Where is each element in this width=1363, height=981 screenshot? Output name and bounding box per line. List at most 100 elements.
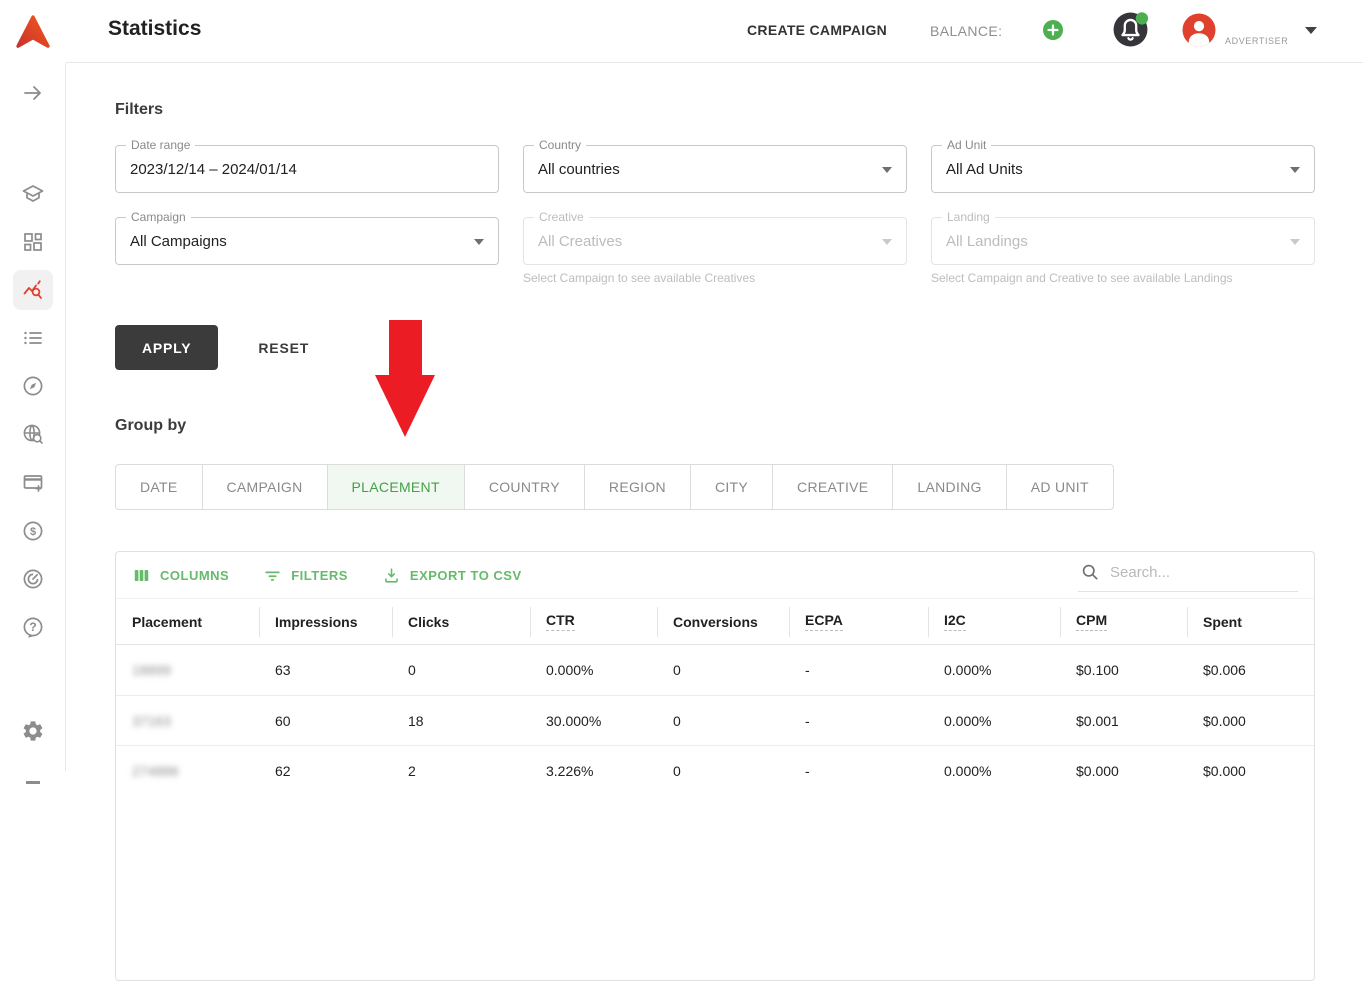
- col-header-cpm[interactable]: CPM: [1060, 599, 1187, 644]
- dashboard-icon: [13, 222, 53, 262]
- sidebar-item-conversions[interactable]: [0, 555, 66, 603]
- landing-helper-text: Select Campaign and Creative to see avai…: [931, 271, 1315, 285]
- cell-spent: $0.006: [1187, 645, 1314, 695]
- page-title: Statistics: [108, 17, 201, 41]
- chevron-down-icon: [1290, 239, 1300, 245]
- landing-select: Landing All Landings: [931, 217, 1315, 265]
- ad-unit-select[interactable]: Ad Unit All Ad Units: [931, 145, 1315, 193]
- search-input[interactable]: [1110, 564, 1280, 581]
- expand-arrow-icon: [13, 73, 53, 113]
- chevron-down-icon: [1290, 167, 1300, 173]
- user-menu-button[interactable]: [1181, 12, 1217, 48]
- creative-value: All Creatives: [538, 233, 622, 250]
- cell-spent: $0.000: [1187, 696, 1314, 745]
- bottom-partial-icon: [13, 755, 53, 795]
- sidebar-item-expand[interactable]: [0, 69, 66, 117]
- cell-ecpa: -: [789, 645, 928, 695]
- sidebar-item-traffic-search[interactable]: [0, 410, 66, 458]
- cell-clicks: 0: [392, 645, 530, 695]
- cell-ecpa: -: [789, 696, 928, 745]
- create-campaign-button[interactable]: CREATE CAMPAIGN: [747, 22, 887, 38]
- date-range-value: 2023/12/14 – 2024/01/14: [130, 161, 297, 178]
- col-header-ecpa[interactable]: ECPA: [789, 599, 928, 644]
- col-header-conversions[interactable]: Conversions: [657, 599, 789, 644]
- cell-clicks: 18: [392, 696, 530, 745]
- sidebar-item-new-campaign[interactable]: [0, 459, 66, 507]
- app-logo[interactable]: [0, 0, 66, 63]
- conversions-target-icon: [13, 559, 53, 599]
- cell-conversions: 0: [657, 645, 789, 695]
- creative-select: Creative All Creatives: [523, 217, 907, 265]
- campaign-value: All Campaigns: [130, 233, 227, 250]
- stats-table-card: COLUMNS FILTERS EXPORT TO CSV Placement …: [115, 551, 1315, 981]
- creative-label: Creative: [534, 210, 589, 224]
- sidebar-item-settings[interactable]: [0, 707, 66, 755]
- cell-i2c: 0.000%: [928, 645, 1060, 695]
- col-header-impressions[interactable]: Impressions: [259, 599, 392, 644]
- brand-a-icon: [13, 12, 53, 52]
- campaigns-list-icon: [13, 318, 53, 358]
- sidebar-item-finance[interactable]: $: [0, 507, 66, 555]
- sidebar-item-statistics[interactable]: [0, 266, 66, 314]
- cell-impressions: 60: [259, 696, 392, 745]
- tab-region[interactable]: REGION: [584, 464, 691, 510]
- svg-text:?: ?: [29, 620, 36, 634]
- search-icon: [1080, 562, 1100, 582]
- finance-icon: $: [13, 511, 53, 551]
- add-funds-plus-icon: [1041, 18, 1065, 42]
- col-header-placement[interactable]: Placement: [116, 599, 259, 644]
- tab-landing[interactable]: LANDING: [892, 464, 1006, 510]
- settings-gear-icon: [13, 711, 53, 751]
- country-label: Country: [534, 138, 586, 152]
- notifications-button[interactable]: [1112, 11, 1149, 48]
- cell-impressions: 63: [259, 645, 392, 695]
- sidebar-item-help[interactable]: ?: [0, 603, 66, 651]
- topbar: Statistics CREATE CAMPAIGN BALANCE: ADVE…: [66, 0, 1363, 63]
- col-header-i2c[interactable]: I2C: [928, 599, 1060, 644]
- export-csv-button[interactable]: EXPORT TO CSV: [382, 566, 522, 585]
- apply-button[interactable]: APPLY: [115, 325, 218, 370]
- cell-conversions: 0: [657, 696, 789, 745]
- tab-creative[interactable]: CREATIVE: [772, 464, 893, 510]
- filter-grid: Date range 2023/12/14 – 2024/01/14 Count…: [115, 145, 1315, 285]
- col-header-ctr[interactable]: CTR: [530, 599, 657, 644]
- account-role-label: ADVERTISER: [1225, 36, 1288, 46]
- col-header-clicks[interactable]: Clicks: [392, 599, 530, 644]
- date-range-field[interactable]: Date range 2023/12/14 – 2024/01/14: [115, 145, 499, 193]
- group-by-title: Group by: [115, 417, 1315, 435]
- cell-cpm: $0.100: [1060, 645, 1187, 695]
- sidebar-item-bottom-partial[interactable]: [0, 751, 66, 799]
- filter-icon: [263, 566, 282, 585]
- columns-button[interactable]: COLUMNS: [132, 566, 229, 585]
- sidebar-item-education[interactable]: [0, 170, 66, 218]
- cell-i2c: 0.000%: [928, 696, 1060, 745]
- caret-down-icon[interactable]: [1305, 27, 1317, 34]
- sidebar: $ ?: [0, 0, 66, 771]
- sidebar-item-campaigns-list[interactable]: [0, 314, 66, 362]
- tab-country[interactable]: COUNTRY: [464, 464, 585, 510]
- campaign-select[interactable]: Campaign All Campaigns: [115, 217, 499, 265]
- cell-placement: 18899: [116, 645, 259, 695]
- add-funds-button[interactable]: [1041, 18, 1065, 42]
- sidebar-item-explore[interactable]: [0, 362, 66, 410]
- tab-placement[interactable]: PLACEMENT: [327, 464, 465, 510]
- columns-icon: [132, 566, 151, 585]
- table-row: 274886 62 2 3.226% 0 - 0.000% $0.000 $0.…: [116, 745, 1314, 795]
- sidebar-item-dashboard[interactable]: [0, 218, 66, 266]
- country-select[interactable]: Country All countries: [523, 145, 907, 193]
- tab-campaign[interactable]: CAMPAIGN: [202, 464, 328, 510]
- table-header-row: Placement Impressions Clicks CTR Convers…: [116, 598, 1314, 645]
- country-value: All countries: [538, 161, 620, 178]
- filters-button[interactable]: FILTERS: [263, 566, 348, 585]
- col-header-spent[interactable]: Spent: [1187, 599, 1314, 644]
- ad-unit-label: Ad Unit: [942, 138, 991, 152]
- landing-label: Landing: [942, 210, 995, 224]
- tab-date[interactable]: DATE: [115, 464, 203, 510]
- landing-value: All Landings: [946, 233, 1028, 250]
- education-icon: [13, 174, 53, 214]
- tab-city[interactable]: CITY: [690, 464, 773, 510]
- filters-title: Filters: [115, 101, 1315, 119]
- reset-button[interactable]: RESET: [258, 340, 309, 356]
- tab-ad-unit[interactable]: AD UNIT: [1006, 464, 1114, 510]
- new-campaign-icon: [13, 463, 53, 503]
